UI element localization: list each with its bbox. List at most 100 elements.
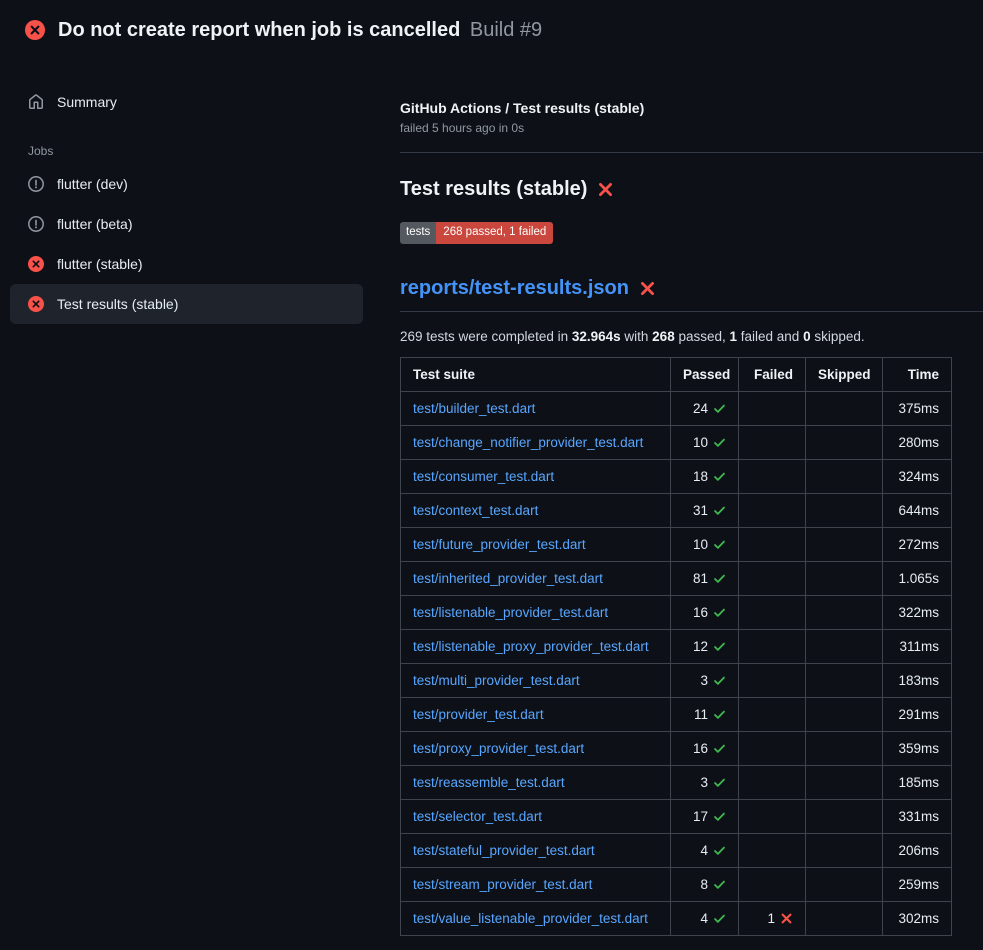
time-cell: 259ms — [883, 867, 952, 901]
failed-cell — [739, 425, 806, 459]
suite-cell: test/stateful_provider_test.dart — [401, 833, 671, 867]
time-cell: 280ms — [883, 425, 952, 459]
sidebar-item-test-results-stable[interactable]: Test results (stable) — [10, 284, 363, 324]
check-icon — [713, 674, 726, 687]
summary-text-part: skipped. — [811, 329, 865, 344]
passed-cell: 10 — [671, 527, 739, 561]
passed-cell: 16 — [671, 595, 739, 629]
skipped-cell — [806, 595, 883, 629]
suite-cell: test/stream_provider_test.dart — [401, 867, 671, 901]
summary-label: Summary — [57, 92, 117, 112]
test-suite-link[interactable]: test/stream_provider_test.dart — [413, 877, 592, 892]
sidebar-item-flutter-stable[interactable]: flutter (stable) — [10, 244, 363, 284]
summary-text-part: failed and — [737, 329, 803, 344]
suite-cell: test/consumer_test.dart — [401, 459, 671, 493]
test-suite-link[interactable]: test/consumer_test.dart — [413, 469, 554, 484]
skipped-cell — [806, 901, 883, 935]
sidebar-item-flutter-dev[interactable]: flutter (dev) — [10, 164, 363, 204]
build-number: Build #9 — [470, 19, 542, 41]
job-label: Test results (stable) — [57, 294, 178, 314]
check-icon — [713, 878, 726, 891]
passed-cell: 4 — [671, 901, 739, 935]
passed-cell-value: 10 — [693, 435, 708, 450]
x-icon — [780, 912, 793, 925]
test-suite-link[interactable]: test/multi_provider_test.dart — [413, 673, 580, 688]
test-suite-link[interactable]: test/inherited_provider_test.dart — [413, 571, 603, 586]
run-status-line: failed 5 hours ago in 0s — [400, 121, 983, 135]
passed-cell-value: 24 — [693, 401, 708, 416]
x-icon — [639, 280, 656, 297]
passed-cell-value: 3 — [700, 775, 708, 790]
skipped-cell — [806, 561, 883, 595]
test-suite-link[interactable]: test/proxy_provider_test.dart — [413, 741, 584, 756]
suite-cell: test/context_test.dart — [401, 493, 671, 527]
failed-cell — [739, 629, 806, 663]
table-row: test/future_provider_test.dart10272ms — [401, 527, 952, 561]
failed-cell — [739, 459, 806, 493]
skipped-cell — [806, 731, 883, 765]
check-icon — [713, 572, 726, 585]
passed-cell-value: 16 — [693, 741, 708, 756]
check-icon — [713, 912, 726, 925]
page-layout: Summary Jobs flutter (dev)flutter (beta)… — [0, 56, 983, 936]
time-cell: 311ms — [883, 629, 952, 663]
failed-cell — [739, 595, 806, 629]
job-label: flutter (dev) — [57, 174, 128, 194]
results-table: Test suite Passed Failed Skipped Time te… — [400, 357, 952, 936]
skipped-cell — [806, 765, 883, 799]
column-header-failed: Failed — [739, 357, 806, 391]
skipped-cell — [806, 425, 883, 459]
test-suite-link[interactable]: test/future_provider_test.dart — [413, 537, 586, 552]
table-row: test/proxy_provider_test.dart16359ms — [401, 731, 952, 765]
summary-text-part: with — [621, 329, 653, 344]
failed-cell — [739, 493, 806, 527]
check-icon — [713, 402, 726, 415]
suite-cell: test/change_notifier_provider_test.dart — [401, 425, 671, 459]
check-icon — [713, 504, 726, 517]
passed-cell-value: 11 — [694, 707, 708, 722]
test-suite-link[interactable]: test/provider_test.dart — [413, 707, 544, 722]
alert-circle-icon — [28, 176, 44, 192]
main-content: GitHub Actions / Test results (stable) f… — [400, 56, 983, 936]
check-icon — [713, 538, 726, 551]
passed-cell: 8 — [671, 867, 739, 901]
report-link[interactable]: reports/test-results.json — [400, 277, 629, 300]
test-suite-link[interactable]: test/change_notifier_provider_test.dart — [413, 435, 643, 450]
failed-cell — [739, 527, 806, 561]
passed-cell: 31 — [671, 493, 739, 527]
passed-cell-value: 17 — [693, 809, 708, 824]
passed-cell: 10 — [671, 425, 739, 459]
passed-cell: 16 — [671, 731, 739, 765]
test-suite-link[interactable]: test/context_test.dart — [413, 503, 538, 518]
job-label: flutter (beta) — [57, 214, 132, 234]
job-label: flutter (stable) — [57, 254, 143, 274]
summary-passed-count: 268 — [652, 329, 675, 344]
suite-cell: test/proxy_provider_test.dart — [401, 731, 671, 765]
table-row: test/builder_test.dart24375ms — [401, 391, 952, 425]
passed-cell-value: 10 — [693, 537, 708, 552]
sidebar-jobs-list: flutter (dev) flutter (beta) flutter (stab… — [10, 164, 363, 324]
time-cell: 324ms — [883, 459, 952, 493]
test-suite-link[interactable]: test/selector_test.dart — [413, 809, 542, 824]
time-cell: 644ms — [883, 493, 952, 527]
test-suite-link[interactable]: test/stateful_provider_test.dart — [413, 843, 595, 858]
alert-circle-icon — [28, 216, 44, 232]
test-suite-link[interactable]: test/builder_test.dart — [413, 401, 535, 416]
table-row: test/listenable_provider_test.dart16322m… — [401, 595, 952, 629]
summary-skipped-count: 0 — [803, 329, 811, 344]
section-title-text: Test results (stable) — [400, 178, 587, 201]
run-title-text: Do not create report when job is cancell… — [58, 19, 460, 41]
test-suite-link[interactable]: test/listenable_proxy_provider_test.dart — [413, 639, 649, 654]
test-suite-link[interactable]: test/listenable_provider_test.dart — [413, 605, 608, 620]
column-header-passed: Passed — [671, 357, 739, 391]
failed-cell-value: 1 — [767, 911, 775, 926]
suite-cell: test/value_listenable_provider_test.dart — [401, 901, 671, 935]
passed-cell: 3 — [671, 663, 739, 697]
sidebar-item-flutter-beta[interactable]: flutter (beta) — [10, 204, 363, 244]
skipped-cell — [806, 833, 883, 867]
test-suite-link[interactable]: test/value_listenable_provider_test.dart — [413, 911, 648, 926]
sidebar-item-summary[interactable]: Summary — [10, 82, 363, 122]
test-suite-link[interactable]: test/reassemble_test.dart — [413, 775, 565, 790]
passed-cell-value: 31 — [693, 503, 708, 518]
time-cell: 206ms — [883, 833, 952, 867]
